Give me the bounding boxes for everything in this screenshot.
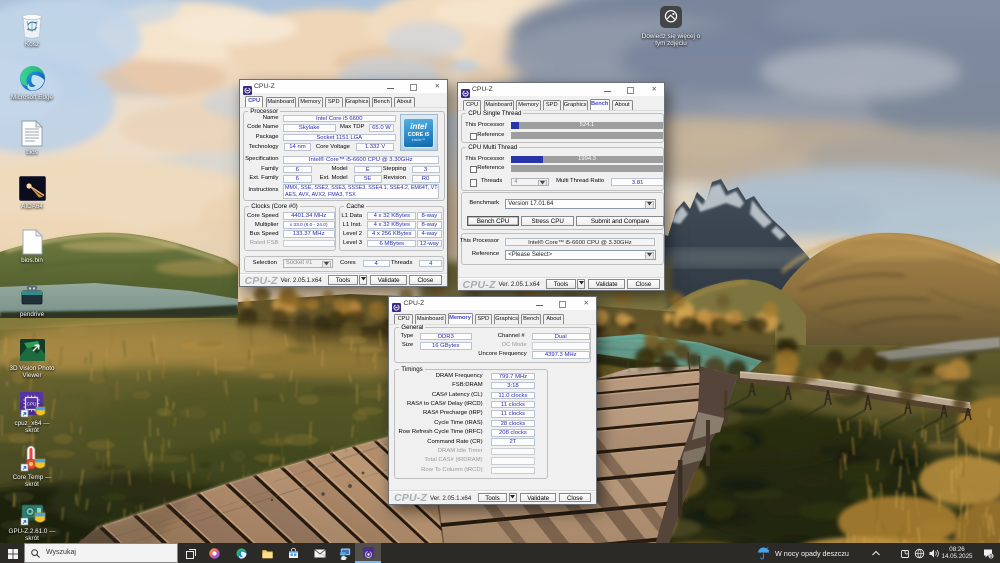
svg-text:CPU: CPU [26, 402, 36, 407]
svg-text:1: 1 [990, 554, 993, 559]
